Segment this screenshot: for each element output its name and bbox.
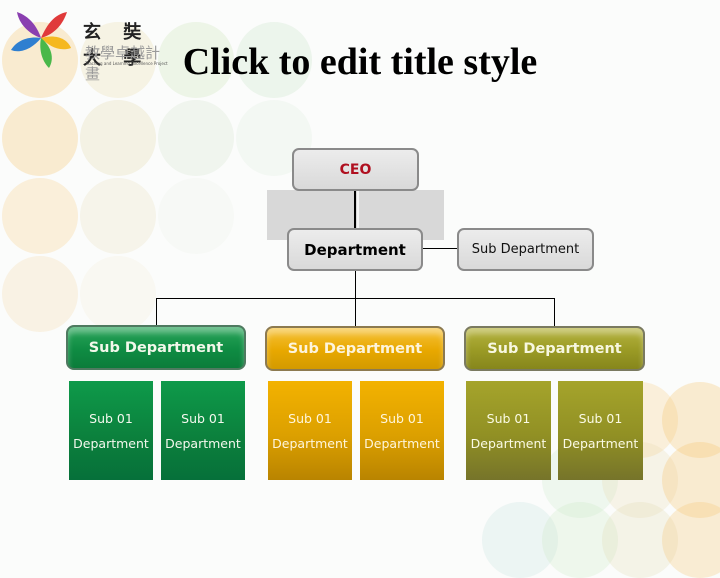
background-circle <box>80 256 156 332</box>
slide-title[interactable]: Click to edit title style <box>0 40 720 84</box>
background-circle <box>80 178 156 254</box>
connector-horizontal-bus <box>156 298 555 299</box>
background-circle <box>482 502 558 578</box>
connector-to-group-1 <box>156 298 157 326</box>
sub-unit-line2: Department <box>73 435 149 451</box>
sub-unit-line2: Department <box>165 435 241 451</box>
background-circle <box>158 178 234 254</box>
sub-unit-box[interactable]: Sub 01 Department <box>268 381 352 480</box>
sub-department-label: Sub Department <box>287 340 423 357</box>
sub-unit-line1: Sub 01 <box>288 410 332 426</box>
ceo-label: CEO <box>339 161 372 178</box>
sub-unit-line1: Sub 01 <box>486 410 531 426</box>
sub-department-olive[interactable]: Sub Department <box>464 326 645 371</box>
sub-unit-line2: Department <box>562 435 639 451</box>
sub-department-label: Sub Department <box>487 340 622 357</box>
logo-petal-purple <box>17 12 41 38</box>
sub-unit-box[interactable]: Sub 01 Department <box>466 381 551 480</box>
sub-unit-line2: Department <box>364 435 440 451</box>
sub-unit-line1: Sub 01 <box>181 410 225 426</box>
ceo-box[interactable]: CEO <box>292 148 419 191</box>
sub-unit-line2: Department <box>272 435 348 451</box>
sub-department-green[interactable]: Sub Department <box>66 325 246 370</box>
background-circle <box>662 502 720 578</box>
background-circle <box>2 178 78 254</box>
connector-ceo-department <box>354 190 356 228</box>
background-circle <box>662 382 720 458</box>
sub-unit-line1: Sub 01 <box>380 410 424 426</box>
background-circle <box>158 100 234 176</box>
connector-department-side <box>423 248 458 249</box>
sub-department-amber[interactable]: Sub Department <box>265 326 445 371</box>
background-circle <box>662 442 720 518</box>
slide-title-text: Click to edit title style <box>182 41 538 83</box>
sub-unit-line2: Department <box>470 435 547 451</box>
department-label: Department <box>304 240 406 259</box>
background-circle <box>602 502 678 578</box>
logo-petal-red <box>41 12 67 38</box>
background-circle <box>2 100 78 176</box>
sub-unit-line1: Sub 01 <box>89 410 133 426</box>
sub-unit-box[interactable]: Sub 01 Department <box>161 381 245 480</box>
connector-to-group-3 <box>554 298 555 326</box>
sub-unit-line1: Sub 01 <box>578 410 623 426</box>
background-circle <box>80 100 156 176</box>
department-box[interactable]: Department <box>287 228 423 271</box>
sub-unit-box[interactable]: Sub 01 Department <box>558 381 643 480</box>
side-sub-department-label: Sub Department <box>471 242 580 257</box>
side-sub-department-box[interactable]: Sub Department <box>457 228 594 271</box>
sub-department-label: Sub Department <box>88 339 224 356</box>
sub-unit-box[interactable]: Sub 01 Department <box>69 381 153 480</box>
background-circle <box>542 502 618 578</box>
background-circle <box>2 256 78 332</box>
sub-unit-box[interactable]: Sub 01 Department <box>360 381 444 480</box>
